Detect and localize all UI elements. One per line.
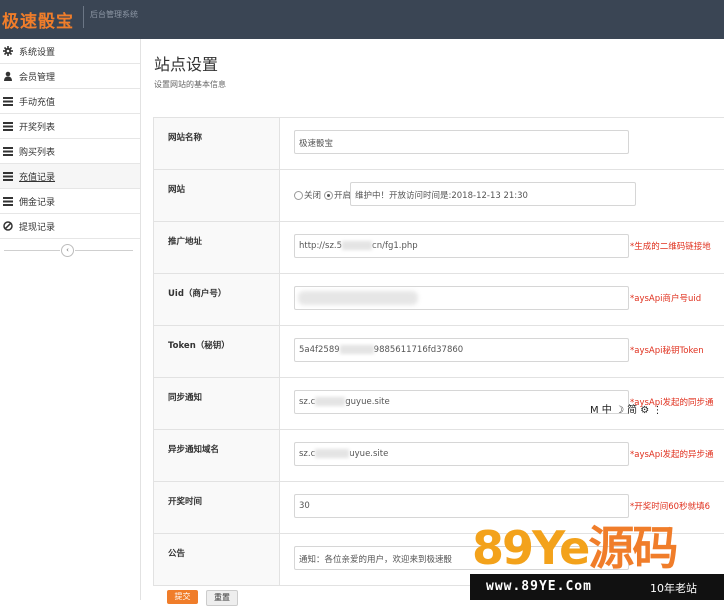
sidebar-item-label: 充值记录	[19, 172, 56, 183]
draw-time-input[interactable]: 30	[294, 494, 629, 518]
form-row-uid: Uid（商户号） *aysApi商户号uid	[154, 274, 724, 326]
radio-off[interactable]	[294, 190, 303, 200]
redacted-blur	[298, 291, 418, 305]
sidebar-item-purchase-list[interactable]: 购买列表	[0, 139, 140, 164]
sidebar-collapse-button[interactable]: ‹	[61, 244, 74, 257]
brand-divider	[83, 6, 84, 28]
form-row-promo-url: 推广地址 http://sz.5 cn/fg1.php *生成的二维码链接地	[154, 222, 724, 274]
form-row-token: Token（秘钥） 5a4f2589 9885611716fd37860 *ays…	[154, 326, 724, 378]
input-text-head: http://sz.5	[299, 241, 343, 251]
input-text-tail: cn/fg1.php	[372, 241, 418, 251]
sidebar-item-label: 提现记录	[19, 222, 56, 233]
site-status-radios: 关闭 开启	[294, 189, 351, 201]
sidebar-item-label: 手动充值	[19, 97, 56, 108]
list-icon	[2, 195, 14, 207]
radio-on-label: 开启	[334, 191, 352, 201]
sidebar-collapse-row: ‹	[0, 239, 140, 263]
input-text-head: 5a4f2589	[299, 345, 340, 355]
sidebar-item-recharge-records[interactable]: 充值记录	[0, 164, 140, 189]
sidebar-item-commission-records[interactable]: 佣金记录	[0, 189, 140, 214]
save-button[interactable]: 提交	[167, 590, 198, 604]
field-note: *aysApi秘钥Token	[630, 346, 704, 356]
ime-toolbar[interactable]: M 中 ☽ 简 ⚙ ⋮	[590, 401, 662, 416]
sidebar-item-system-settings[interactable]: 系统设置	[0, 39, 140, 64]
top-bar: 极速骰宝 后台管理系统	[0, 0, 724, 39]
input-text-tail: guyue.site	[345, 397, 390, 407]
promo-url-input[interactable]: http://sz.5 cn/fg1.php	[294, 234, 629, 258]
radio-on[interactable]	[324, 190, 334, 200]
redacted-blur	[315, 449, 350, 458]
gear-icon	[2, 45, 14, 57]
field-note: *生成的二维码链接地	[630, 242, 711, 252]
sync-notify-input[interactable]: sz.c guyue.site	[294, 390, 629, 414]
sidebar-item-label: 开奖列表	[19, 122, 56, 133]
field-label: 网站	[154, 170, 280, 221]
settings-form: 网站名称 极速骰宝 网站 关闭 开启 维护中！开放访问时间是:2018-12-1…	[153, 117, 724, 586]
list-icon	[2, 170, 14, 182]
field-label: 同步通知	[154, 378, 280, 429]
field-label: 推广地址	[154, 222, 280, 273]
form-row-site-status: 网站 关闭 开启 维护中！开放访问时间是:2018-12-13 21:30	[154, 170, 724, 222]
field-label: 公告	[154, 534, 280, 585]
divider	[4, 250, 60, 251]
list-icon	[2, 145, 14, 157]
field-label: Token（秘钥）	[154, 326, 280, 377]
watermark-url: www.89YE.Com	[486, 579, 592, 594]
page-description: 设置网站的基本信息	[154, 80, 226, 89]
field-label: Uid（商户号）	[154, 274, 280, 325]
redacted-blur	[315, 397, 346, 406]
watermark-tag: 10年老站	[650, 582, 697, 595]
user-icon	[2, 70, 14, 82]
watermark-logo: 89Ye源码 www.89YE.Com 10年老站	[470, 523, 724, 600]
async-notify-input[interactable]: sz.c uyue.site	[294, 442, 629, 466]
field-note: *开奖时间60秒就填6	[630, 502, 710, 512]
field-label: 开奖时间	[154, 482, 280, 533]
brand-logo[interactable]: 极速骰宝	[2, 7, 74, 32]
list-icon	[2, 120, 14, 132]
maintenance-message-input[interactable]: 维护中！开放访问时间是:2018-12-13 21:30	[350, 182, 636, 206]
reset-button[interactable]: 重置	[206, 590, 238, 606]
list-icon	[2, 95, 14, 107]
sidebar-item-label: 佣金记录	[19, 197, 56, 208]
form-row-site-name: 网站名称 极速骰宝	[154, 118, 724, 170]
site-name-input[interactable]: 极速骰宝	[294, 130, 629, 154]
input-text-head: sz.c	[299, 449, 316, 459]
sidebar: 系统设置 会员管理 手动充值 开奖列表 购买列表 充值记录 佣金记录 提现记录 …	[0, 39, 141, 600]
ban-icon	[2, 220, 14, 232]
field-note: *aysApi商户号uid	[630, 294, 702, 304]
watermark-wordmark: 89Ye源码	[472, 521, 678, 575]
input-text-tail: 9885611716fd37860	[373, 345, 464, 355]
token-input[interactable]: 5a4f2589 9885611716fd37860	[294, 338, 629, 362]
form-row-async-notify: 异步通知域名 sz.c uyue.site *aysApi发起的异步通	[154, 430, 724, 482]
redacted-blur	[339, 345, 374, 354]
sidebar-item-label: 购买列表	[19, 147, 56, 158]
sidebar-item-draw-list[interactable]: 开奖列表	[0, 114, 140, 139]
sidebar-item-label: 系统设置	[19, 47, 56, 58]
sidebar-item-manual-recharge[interactable]: 手动充值	[0, 89, 140, 114]
brand-subtitle: 后台管理系统	[90, 10, 138, 19]
divider	[75, 250, 133, 251]
input-text-head: sz.c	[299, 397, 316, 407]
radio-off-label: 关闭	[304, 191, 322, 201]
input-text-tail: uyue.site	[349, 449, 389, 459]
page-title: 站点设置	[154, 55, 219, 74]
main-content: 站点设置 设置网站的基本信息 网站名称 极速骰宝 网站 关闭 开启 维护中！开放…	[141, 39, 724, 600]
redacted-blur	[342, 241, 373, 250]
field-note: *aysApi发起的异步通	[630, 450, 714, 460]
sidebar-item-members[interactable]: 会员管理	[0, 64, 140, 89]
field-label: 网站名称	[154, 118, 280, 169]
sidebar-item-label: 会员管理	[19, 72, 56, 83]
field-label: 异步通知域名	[154, 430, 280, 481]
sidebar-item-withdraw-records[interactable]: 提现记录	[0, 214, 140, 239]
